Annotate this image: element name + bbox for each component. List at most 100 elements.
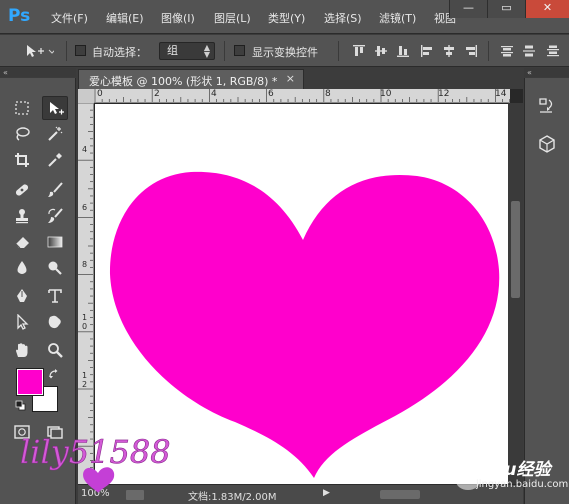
ruler-label: 4 [82, 145, 88, 154]
distribute-vcenter-icon[interactable] [522, 44, 536, 58]
ruler-label: 12 [82, 371, 88, 389]
crop-tool[interactable] [9, 148, 35, 172]
history-panel-icon[interactable] [537, 96, 557, 116]
align-right-icon[interactable] [464, 44, 478, 58]
eyedropper-tool[interactable] [42, 148, 68, 172]
zoom-tool[interactable] [42, 338, 68, 362]
pen-tool[interactable] [9, 284, 35, 308]
site-name: Baidu经验 [462, 460, 551, 480]
site-url: jingyan.baidu.com [476, 479, 569, 490]
align-bottom-icon[interactable] [396, 44, 410, 58]
document-tab[interactable]: 爱心模板 @ 100% (形状 1, RGB/8) * × [78, 69, 304, 89]
signature-watermark: lily51588 [20, 433, 171, 493]
align-hcenter-icon[interactable] [442, 44, 456, 58]
horizontal-ruler[interactable]: 0 2 4 6 8 10 12 14 [94, 89, 510, 103]
vertical-scroll-thumb[interactable] [511, 201, 520, 298]
move-icon [50, 102, 64, 115]
auto-select-checkbox[interactable] [75, 45, 86, 56]
default-colors-icon[interactable] [15, 400, 27, 412]
ruler-label: 2 [154, 89, 160, 99]
hand-icon [16, 343, 28, 357]
options-bar: 自动选择： 组 ▲ ▼ 显示变换控件 [0, 35, 569, 67]
dodge-tool[interactable] [42, 256, 68, 280]
foreground-color-swatch[interactable] [16, 368, 44, 396]
maximize-button[interactable]: ▭ [487, 0, 525, 18]
path-selection-icon [17, 314, 29, 330]
ruler-label: 6 [268, 89, 274, 99]
shape-icon [48, 315, 61, 329]
photoshop-logo: Ps [8, 6, 31, 26]
type-tool[interactable] [42, 284, 68, 308]
ruler-label: 0 [97, 89, 103, 99]
zoom-icon [48, 343, 63, 358]
menu-file[interactable]: 文件(F) [51, 10, 88, 26]
lasso-tool[interactable] [9, 122, 35, 146]
panel-dock [524, 78, 569, 504]
gradient-tool[interactable] [42, 230, 68, 254]
swap-colors-icon[interactable] [48, 368, 60, 380]
close-document-icon[interactable]: × [286, 72, 295, 85]
menu-layer[interactable]: 图层(L) [214, 10, 251, 26]
distribute-bottom-icon[interactable] [546, 44, 560, 58]
ruler-origin[interactable] [78, 89, 94, 103]
eraser-icon [15, 237, 29, 249]
site-badge: Baidu经验 jingyan.baidu.com [438, 447, 569, 504]
move-tool[interactable] [42, 96, 68, 120]
hand-tool[interactable] [9, 338, 35, 362]
move-tool-preset-icon[interactable] [24, 43, 54, 59]
auto-select-dropdown[interactable]: 组 ▲ ▼ [159, 42, 215, 60]
signature-text: lily51588 [20, 433, 171, 471]
3d-panel-icon[interactable] [537, 134, 557, 154]
history-brush-tool[interactable] [42, 204, 68, 228]
status-menu-arrow-icon[interactable]: ▶ [323, 488, 330, 498]
pen-icon [17, 289, 27, 302]
dropdown-arrows-icon: ▲ ▼ [203, 43, 210, 59]
ruler-label: 8 [325, 89, 331, 99]
menu-filter[interactable]: 滤镜(T) [379, 10, 416, 26]
menu-bar: Ps 文件(F) 编辑(E) 图像(I) 图层(L) 类型(Y) 选择(S) 滤… [0, 0, 569, 34]
blur-tool[interactable] [9, 256, 35, 280]
dodge-icon [48, 261, 62, 275]
brush-icon [48, 182, 63, 197]
magic-wand-icon [48, 126, 63, 141]
menu-edit[interactable]: 编辑(E) [106, 10, 144, 26]
ruler-label: 6 [82, 203, 88, 212]
close-button[interactable]: ✕ [525, 0, 569, 18]
gradient-icon [47, 236, 63, 248]
dock-collapse-strip[interactable]: « [524, 68, 569, 77]
type-icon [48, 289, 62, 303]
document-tab-title: 爱心模板 @ 100% (形状 1, RGB/8) * [89, 75, 278, 88]
brush-tool[interactable] [42, 178, 68, 202]
stamp-tool[interactable] [9, 204, 35, 228]
marquee-tool[interactable] [9, 96, 35, 120]
eyedropper-icon [48, 153, 62, 167]
distribute-top-icon[interactable] [500, 44, 514, 58]
menu-type[interactable]: 类型(Y) [268, 10, 305, 26]
eraser-tool[interactable] [9, 230, 35, 254]
minimize-button[interactable]: — [449, 0, 487, 18]
horizontal-scroll-thumb[interactable] [380, 490, 420, 499]
ruler-label: 10 [380, 89, 392, 99]
blur-icon [17, 261, 27, 274]
ruler-label: 14 [495, 89, 507, 99]
align-top-icon[interactable] [352, 44, 366, 58]
auto-select-label: 自动选择： [92, 46, 147, 59]
shape-tool[interactable] [42, 310, 68, 334]
align-left-icon[interactable] [420, 44, 434, 58]
minimize-icon: — [463, 1, 474, 14]
magic-wand-tool[interactable] [42, 122, 68, 146]
show-transform-checkbox[interactable] [234, 45, 245, 56]
healing-brush-icon [15, 184, 29, 196]
align-vcenter-icon[interactable] [374, 44, 388, 58]
ruler-label: 12 [438, 89, 450, 99]
path-selection-tool[interactable] [9, 310, 35, 334]
ruler-label: 4 [211, 89, 217, 99]
history-brush-icon [48, 208, 63, 223]
toolbar-collapse-strip[interactable]: « [0, 68, 76, 77]
marquee-icon [15, 101, 29, 115]
crop-icon [15, 153, 29, 167]
menu-image[interactable]: 图像(I) [161, 10, 195, 26]
vertical-scrollbar[interactable] [508, 103, 523, 484]
healing-brush-tool[interactable] [9, 178, 35, 202]
menu-select[interactable]: 选择(S) [324, 10, 362, 26]
